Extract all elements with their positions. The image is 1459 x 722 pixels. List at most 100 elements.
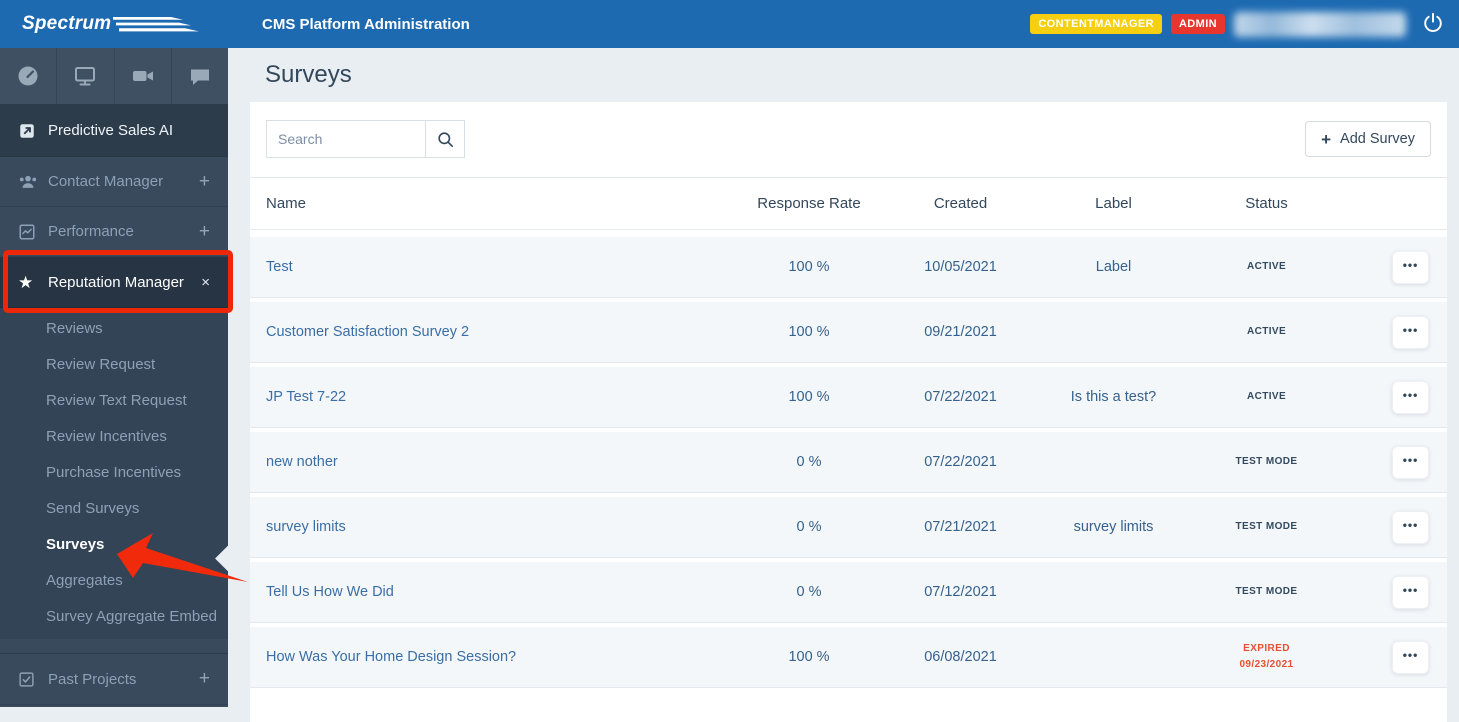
expand-plus-icon[interactable]: +	[199, 221, 210, 243]
response-rate-value: 0 %	[796, 519, 822, 535]
sidebar-submenu-item[interactable]: Surveys	[0, 527, 228, 563]
plus-icon: +	[1321, 129, 1332, 149]
video-camera-icon	[132, 71, 153, 81]
search-group	[266, 120, 465, 158]
sidebar-item-contact-manager[interactable]: Contact Manager +	[0, 157, 228, 207]
actions-cell: •••	[1343, 640, 1431, 674]
sidebar-item-label: Performance	[48, 223, 134, 240]
label-value: Is this a test?	[1070, 389, 1157, 405]
gauge-icon	[18, 66, 38, 86]
status-badge: EXPIRED 09/23/2021	[1239, 643, 1294, 670]
table-row: Test 100 % 10/05/2021 Label ACTIVE •••	[250, 237, 1447, 298]
gauge-nav-button[interactable]	[0, 48, 58, 104]
logout-power-button[interactable]	[1421, 12, 1445, 36]
checkbox-icon	[18, 671, 48, 688]
sidebar-submenu-item[interactable]: Send Surveys	[0, 491, 228, 527]
status-badge: TEST MODE	[1235, 586, 1298, 597]
actions-cell: •••	[1343, 380, 1431, 414]
survey-name-link[interactable]: Test	[266, 259, 734, 275]
surveys-panel: + Add Survey Name Response Rate Created …	[250, 102, 1447, 722]
survey-name-link[interactable]: Customer Satisfaction Survey 2	[266, 324, 734, 340]
table-header-row: Name Response Rate Created Label Status	[250, 178, 1447, 230]
actions-cell: •••	[1343, 445, 1431, 479]
created-date-value: 09/21/2021	[924, 324, 997, 340]
row-actions-menu-button[interactable]: •••	[1392, 250, 1429, 284]
search-input[interactable]	[266, 120, 426, 158]
row-actions-menu-button[interactable]: •••	[1392, 510, 1429, 544]
sidebar-item-predictive-sales-ai[interactable]: Predictive Sales AI	[0, 105, 228, 157]
role-badge-admin: ADMIN	[1170, 14, 1225, 34]
survey-name-link[interactable]: new nother	[266, 454, 734, 470]
video-nav-button[interactable]	[115, 48, 172, 104]
top-header-bar: Spectrum CMS Platform Administration CON…	[0, 0, 1459, 48]
table-row: survey limits 0 % 07/21/2021 survey limi…	[250, 497, 1447, 558]
sidebar-submenu-item[interactable]: Survey Aggregate Embed	[0, 599, 228, 635]
star-icon: ★	[18, 272, 34, 292]
add-survey-button[interactable]: + Add Survey	[1305, 121, 1431, 157]
page-title: Surveys	[265, 61, 352, 88]
sidebar-item-label: Predictive Sales AI	[48, 122, 174, 139]
sidebar-icon-strip	[0, 48, 228, 105]
table-row: Tell Us How We Did 0 % 07/12/2021 TEST M…	[250, 562, 1447, 623]
status-badge: TEST MODE	[1235, 456, 1298, 467]
row-actions-menu-button[interactable]: •••	[1392, 380, 1429, 414]
actions-cell: •••	[1343, 315, 1431, 349]
sidebar-submenu-item[interactable]: Review Incentives	[0, 419, 228, 455]
sidebar: Predictive Sales AI Contact Manager + Pe…	[0, 48, 228, 707]
table-row: Customer Satisfaction Survey 2 100 % 09/…	[250, 302, 1447, 363]
response-rate-value: 0 %	[796, 584, 822, 600]
created-date-value: 10/05/2021	[924, 259, 997, 275]
table-row: new nother 0 % 07/22/2021 TEST MODE •••	[250, 432, 1447, 493]
survey-name-link[interactable]: JP Test 7-22	[266, 389, 734, 405]
monitor-nav-button[interactable]	[57, 48, 115, 104]
row-actions-menu-button[interactable]: •••	[1392, 445, 1429, 479]
sidebar-submenu-item[interactable]: Review Text Request	[0, 383, 228, 419]
sidebar-item-performance[interactable]: Performance +	[0, 207, 228, 257]
created-date-value: 07/22/2021	[924, 454, 997, 470]
response-rate-value: 100 %	[788, 259, 830, 275]
status-badge: TEST MODE	[1235, 521, 1298, 532]
sidebar-submenu-item[interactable]: Purchase Incentives	[0, 455, 228, 491]
actions-cell: •••	[1343, 575, 1431, 609]
response-rate-value: 100 %	[788, 649, 830, 665]
user-name-redacted	[1234, 11, 1406, 37]
sidebar-submenu-item[interactable]: Aggregates	[0, 563, 228, 599]
status-badge: ACTIVE	[1246, 261, 1287, 272]
table-body: Test 100 % 10/05/2021 Label ACTIVE ••• C…	[250, 230, 1447, 688]
table-row: How Was Your Home Design Session? 100 % …	[250, 627, 1447, 688]
spectrum-logo-text: Spectrum	[22, 13, 112, 34]
row-actions-menu-button[interactable]: •••	[1392, 315, 1429, 349]
collapse-close-icon[interactable]: ×	[201, 274, 210, 291]
external-link-icon	[18, 122, 48, 140]
sidebar-submenu-item[interactable]: Reviews	[0, 311, 228, 347]
survey-name-link[interactable]: How Was Your Home Design Session?	[266, 649, 734, 665]
spectrum-logo: Spectrum	[0, 13, 228, 35]
survey-name-link[interactable]: survey limits	[266, 519, 734, 535]
spectrum-logo-swoosh-icon	[113, 16, 200, 31]
sidebar-item-reputation-manager[interactable]: ★ Reputation Manager ×	[0, 257, 228, 308]
line-chart-icon	[18, 223, 48, 241]
actions-cell: •••	[1343, 250, 1431, 284]
chat-icon	[190, 69, 209, 85]
response-rate-value: 100 %	[788, 324, 830, 340]
sidebar-submenu-item[interactable]: Review Request	[0, 347, 228, 383]
chat-nav-button[interactable]	[172, 48, 228, 104]
power-icon	[1424, 12, 1442, 33]
created-date-value: 07/12/2021	[924, 584, 997, 600]
row-actions-menu-button[interactable]: •••	[1392, 575, 1429, 609]
row-actions-menu-button[interactable]: •••	[1392, 640, 1429, 674]
search-button[interactable]	[425, 120, 465, 158]
toolbar: + Add Survey	[250, 102, 1447, 178]
status-badge: ACTIVE	[1246, 391, 1287, 402]
created-date-value: 06/08/2021	[924, 649, 997, 665]
sidebar-item-label: Reputation Manager	[48, 273, 184, 291]
add-survey-label: Add Survey	[1340, 131, 1415, 147]
survey-name-link[interactable]: Tell Us How We Did	[266, 584, 734, 600]
reputation-manager-submenu: Reviews Review Request Review Text Request…	[0, 308, 228, 639]
response-rate-value: 0 %	[796, 454, 822, 470]
main-content: Surveys + Add Survey Name Response Rate …	[228, 48, 1459, 722]
expand-plus-icon[interactable]: +	[199, 171, 210, 193]
expand-plus-icon[interactable]: +	[199, 668, 210, 690]
sidebar-item-past-projects[interactable]: Past Projects +	[0, 653, 228, 705]
app-title: CMS Platform Administration	[262, 15, 470, 33]
